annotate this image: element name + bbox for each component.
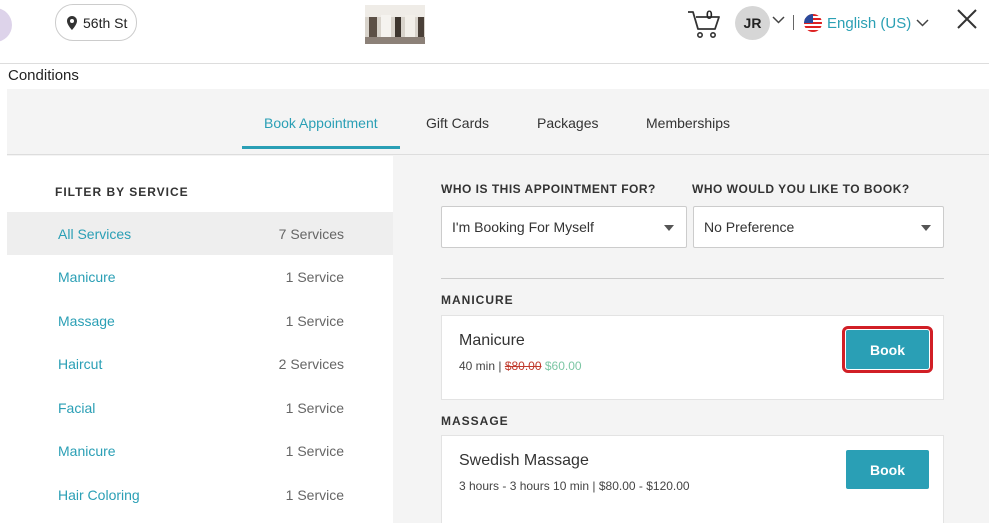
cart-icon (688, 11, 720, 38)
filter-item-facial[interactable]: Facial 1 Service (7, 386, 393, 429)
close-icon[interactable] (956, 8, 978, 30)
conditions-link[interactable]: Conditions (8, 67, 79, 84)
decorative-circle (0, 8, 12, 42)
filter-item-label: Haircut (58, 355, 103, 372)
filter-item-count: 1 Service (285, 399, 344, 416)
top-header: 56th St 0 JR English (US) (0, 0, 989, 64)
service-name: Swedish Massage (459, 452, 589, 469)
service-name: Manicure (459, 332, 525, 349)
filter-item-hair-coloring[interactable]: Hair Coloring 1 Service (7, 473, 393, 516)
location-selector[interactable]: 56th St (55, 4, 137, 41)
filter-item-label: All Services (58, 225, 132, 242)
book-button-swedish-massage[interactable]: Book (846, 450, 929, 489)
tab-bar: Book Appointment Gift Cards Packages Mem… (7, 89, 989, 155)
filter-item-manicure[interactable]: Manicure 1 Service (7, 255, 393, 298)
tab-book-appointment[interactable]: Book Appointment (264, 115, 378, 131)
section-divider (441, 278, 944, 279)
who-book-label: WHO WOULD YOU LIKE TO BOOK? (692, 182, 910, 196)
who-book-select[interactable]: No Preference (693, 206, 944, 248)
filter-item-label: Manicure (58, 442, 116, 459)
active-tab-indicator (242, 146, 400, 149)
category-title-massage: MASSAGE (441, 414, 509, 428)
original-price: $80.00 (504, 359, 542, 373)
chevron-down-icon[interactable] (772, 16, 785, 24)
service-duration: 40 min (459, 359, 496, 373)
filter-item-label: Hair Coloring (58, 486, 140, 503)
user-avatar[interactable]: JR (735, 6, 770, 40)
service-meta: 40 min | $80.00 $60.00 (459, 359, 582, 373)
booking-content: Book Appointment Gift Cards Packages Mem… (7, 89, 989, 523)
book-button-manicure[interactable]: Book (842, 326, 933, 373)
location-label: 56th St (83, 14, 128, 31)
filter-item-count: 2 Services (278, 355, 344, 372)
who-book-value: No Preference (704, 219, 795, 235)
who-for-label: WHO IS THIS APPOINTMENT FOR? (441, 182, 656, 196)
header-divider (793, 15, 794, 30)
service-card-manicure: Manicure 40 min | $80.00 $60.00 Book (441, 315, 944, 400)
filter-item-count: 1 Service (285, 268, 344, 285)
avatar-initials: JR (743, 15, 762, 31)
filter-item-count: 1 Service (285, 442, 344, 459)
service-filter-sidebar: FILTER BY SERVICE All Services 7 Service… (7, 156, 393, 523)
caret-down-icon (664, 225, 674, 231)
filter-item-manicure-2[interactable]: Manicure 1 Service (7, 429, 393, 472)
who-for-value: I'm Booking For Myself (452, 219, 594, 235)
tab-memberships[interactable]: Memberships (646, 115, 730, 131)
cart-button[interactable]: 0 (686, 8, 722, 40)
us-flag-icon (804, 14, 822, 32)
map-pin-icon (67, 15, 77, 30)
tab-packages[interactable]: Packages (537, 115, 598, 131)
language-selector[interactable]: English (US) (804, 11, 929, 35)
filter-item-count: 1 Service (285, 312, 344, 329)
filter-item-haircut[interactable]: Haircut 2 Services (7, 342, 393, 385)
language-label: English (US) (827, 14, 912, 32)
filter-item-label: Massage (58, 312, 115, 329)
filter-item-count: 7 Services (278, 225, 344, 242)
who-for-select[interactable]: I'm Booking For Myself (441, 206, 687, 248)
tab-gift-cards[interactable]: Gift Cards (426, 115, 489, 131)
service-card-swedish-massage: Swedish Massage 3 hours - 3 hours 10 min… (441, 435, 944, 523)
category-title-manicure: MANICURE (441, 293, 514, 307)
meta-separator: | (495, 359, 505, 373)
filter-title: FILTER BY SERVICE (55, 185, 189, 199)
caret-down-icon (921, 225, 931, 231)
cart-count: 0 (706, 8, 713, 22)
service-meta: 3 hours - 3 hours 10 min | $80.00 - $120… (459, 479, 690, 493)
booking-panel: WHO IS THIS APPOINTMENT FOR? WHO WOULD Y… (393, 156, 989, 523)
sale-price: $60.00 (544, 359, 582, 373)
filter-item-all-services[interactable]: All Services 7 Services (7, 212, 393, 255)
filter-item-count: 1 Service (285, 486, 344, 503)
salon-thumbnail (365, 5, 425, 44)
filter-item-label: Facial (58, 399, 96, 416)
chevron-down-icon (916, 19, 929, 27)
filter-item-label: Manicure (58, 268, 116, 285)
filter-item-massage[interactable]: Massage 1 Service (7, 299, 393, 342)
